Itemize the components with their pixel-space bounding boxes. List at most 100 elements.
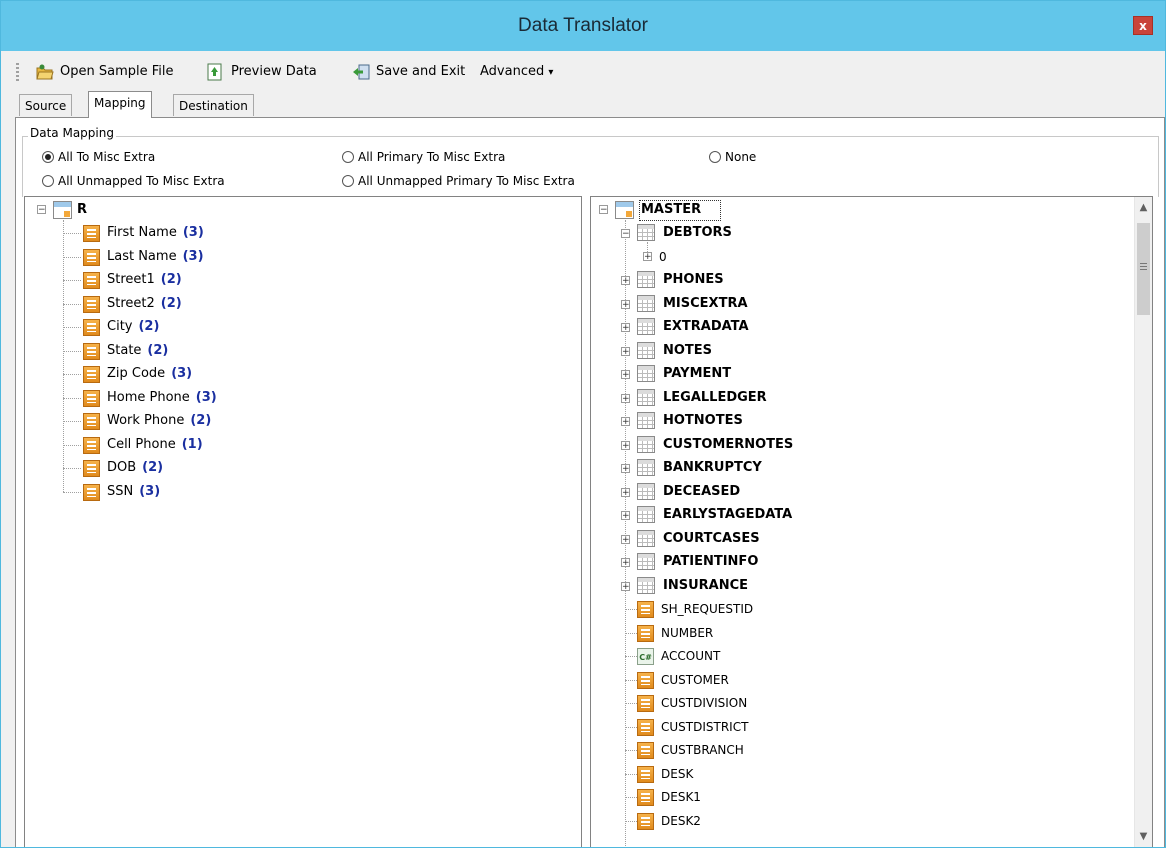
tree-node-label: COURTCASES bbox=[663, 530, 760, 546]
tree-node-field[interactable]: First Name (3) bbox=[107, 222, 204, 244]
vertical-scrollbar[interactable]: ▲ ▼ bbox=[1134, 197, 1152, 847]
mapping-count: (2) bbox=[160, 272, 182, 287]
tree-node-field[interactable]: Cell Phone (1) bbox=[107, 434, 203, 456]
radio-none[interactable]: None bbox=[709, 148, 756, 166]
tree-node-field[interactable]: SH_REQUESTID bbox=[661, 598, 753, 620]
tree-node-table[interactable]: PHONES bbox=[663, 269, 724, 291]
tree-node-field[interactable]: Street2 (2) bbox=[107, 293, 182, 315]
tree-node-table[interactable]: EARLYSTAGEDATA bbox=[663, 504, 792, 526]
tree-node-label: Cell Phone bbox=[107, 436, 176, 452]
save-and-exit-button[interactable]: Save and Exit bbox=[376, 61, 465, 83]
tree-node-debtor-0[interactable]: 0 bbox=[659, 246, 667, 268]
tree-node-label: State bbox=[107, 342, 142, 358]
close-button[interactable]: x bbox=[1133, 16, 1153, 35]
tree-node-field[interactable]: City (2) bbox=[107, 316, 159, 338]
table-icon bbox=[637, 271, 655, 288]
tab-mapping[interactable]: Mapping bbox=[88, 91, 152, 118]
expand-icon[interactable]: + bbox=[621, 323, 630, 333]
tree-node-field[interactable]: NUMBER bbox=[661, 622, 713, 644]
advanced-label: Advanced bbox=[480, 64, 545, 79]
destination-tree-pane[interactable]: − MASTER − DEBTORS + 0 + PHONES + MISCEX… bbox=[590, 196, 1153, 847]
radio-label: All Unmapped To Misc Extra bbox=[58, 174, 225, 188]
radio-all-to-misc-extra[interactable]: All To Misc Extra bbox=[42, 148, 155, 166]
tree-node-table[interactable]: PATIENTINFO bbox=[663, 551, 758, 573]
tree-node-table[interactable]: CUSTOMERNOTES bbox=[663, 434, 793, 456]
expand-icon[interactable]: + bbox=[621, 440, 630, 450]
tree-node-field[interactable]: CUSTOMER bbox=[661, 669, 729, 691]
scroll-down-icon[interactable]: ▼ bbox=[1135, 828, 1152, 845]
tree-node-field[interactable]: State (2) bbox=[107, 340, 168, 362]
expand-icon[interactable]: + bbox=[621, 534, 630, 544]
expand-icon[interactable]: + bbox=[621, 393, 630, 403]
mapping-count: (3) bbox=[195, 389, 217, 405]
mapping-count: (3) bbox=[171, 366, 193, 381]
expand-icon[interactable]: + bbox=[621, 581, 630, 591]
collapse-icon[interactable]: − bbox=[599, 205, 608, 215]
tree-node-table[interactable]: EXTRADATA bbox=[663, 316, 749, 338]
open-sample-file-button[interactable]: Open Sample File bbox=[60, 61, 173, 83]
tree-node-label: EXTRADATA bbox=[663, 319, 749, 334]
tree-node-root[interactable]: R bbox=[77, 199, 87, 221]
tree-node-field[interactable]: CUSTDIVISION bbox=[661, 692, 747, 714]
toolbar-grip[interactable] bbox=[16, 63, 19, 81]
tree-connector bbox=[63, 468, 81, 469]
tree-node-field[interactable]: SSN (3) bbox=[107, 481, 160, 503]
expand-icon[interactable]: + bbox=[621, 487, 630, 497]
source-tree-pane[interactable]: − R First Name (3) Last Name (3) Street1 (2… bbox=[24, 196, 582, 847]
expand-icon[interactable]: + bbox=[643, 252, 652, 262]
tab-source[interactable]: Source bbox=[19, 94, 73, 116]
tree-node-field[interactable]: DESK bbox=[661, 763, 693, 785]
tree-node-debtors[interactable]: DEBTORS bbox=[663, 222, 732, 244]
expand-icon[interactable]: + bbox=[621, 370, 630, 380]
collapse-icon[interactable]: − bbox=[621, 229, 630, 239]
advanced-menu[interactable]: Advanced ▾ bbox=[480, 61, 553, 83]
tree-node-table[interactable]: INSURANCE bbox=[663, 575, 748, 597]
tree-node-table[interactable]: PAYMENT bbox=[663, 363, 731, 385]
tree-node-field[interactable]: CUSTBRANCH bbox=[661, 739, 744, 761]
tree-node-field[interactable]: DESK2 bbox=[661, 810, 701, 832]
tree-node-table[interactable]: COURTCASES bbox=[663, 528, 760, 550]
expand-icon[interactable]: + bbox=[621, 346, 630, 356]
field-icon bbox=[637, 812, 654, 830]
tree-node-table[interactable]: BANKRUPTCY bbox=[663, 457, 762, 479]
preview-data-button[interactable]: Preview Data bbox=[231, 61, 317, 83]
data-translator-window: Data Translator x Open Sample File Previ… bbox=[0, 0, 1166, 848]
collapse-icon[interactable]: − bbox=[37, 205, 46, 215]
radio-all-primary-to-misc-extra[interactable]: All Primary To Misc Extra bbox=[342, 148, 505, 166]
expand-icon[interactable]: + bbox=[621, 511, 630, 521]
radio-all-unmapped-primary-to-misc-extra[interactable]: All Unmapped Primary To Misc Extra bbox=[342, 172, 575, 190]
expand-icon[interactable]: + bbox=[621, 299, 630, 309]
tree-node-field[interactable]: Zip Code (3) bbox=[107, 363, 192, 385]
tree-node-table[interactable]: DECEASED bbox=[663, 481, 740, 503]
title-bar[interactable]: Data Translator x bbox=[1, 1, 1165, 51]
field-icon bbox=[83, 342, 100, 360]
tree-connector bbox=[63, 350, 81, 352]
tree-node-field[interactable]: Street1 (2) bbox=[107, 269, 182, 291]
tree-node-table[interactable]: LEGALLEDGER bbox=[663, 387, 767, 409]
expand-icon[interactable]: + bbox=[621, 276, 630, 286]
tree-node-label: DECEASED bbox=[663, 483, 741, 499]
tree-node-table[interactable]: MISCEXTRA bbox=[663, 293, 748, 315]
scroll-up-icon[interactable]: ▲ bbox=[1135, 199, 1152, 216]
window-title: Data Translator bbox=[518, 15, 648, 36]
tree-node-field[interactable]: Home Phone (3) bbox=[107, 387, 217, 409]
expand-icon[interactable]: + bbox=[621, 464, 630, 474]
tree-node-field[interactable]: Last Name (3) bbox=[107, 246, 204, 268]
tree-node-field[interactable]: DOB (2) bbox=[107, 457, 163, 479]
tree-node-table[interactable]: NOTES bbox=[663, 340, 712, 362]
radio-all-unmapped-to-misc-extra[interactable]: All Unmapped To Misc Extra bbox=[42, 172, 225, 190]
tree-node-label: First Name bbox=[107, 225, 177, 240]
tree-node-field[interactable]: ACCOUNT bbox=[661, 645, 720, 667]
tree-node-label: Work Phone bbox=[107, 413, 185, 428]
tree-node-field[interactable]: Work Phone (2) bbox=[107, 410, 211, 432]
expand-icon[interactable]: + bbox=[621, 558, 630, 568]
tree-node-field[interactable]: CUSTDISTRICT bbox=[661, 716, 748, 738]
tree-node-field[interactable]: DESK1 bbox=[661, 786, 701, 808]
tree-connector bbox=[63, 303, 81, 305]
scroll-thumb[interactable] bbox=[1137, 223, 1150, 315]
radio-unselected-icon bbox=[342, 175, 354, 187]
tree-connector bbox=[625, 632, 637, 634]
tab-destination[interactable]: Destination bbox=[173, 94, 254, 116]
expand-icon[interactable]: + bbox=[621, 417, 630, 427]
tree-node-table[interactable]: HOTNOTES bbox=[663, 410, 743, 432]
